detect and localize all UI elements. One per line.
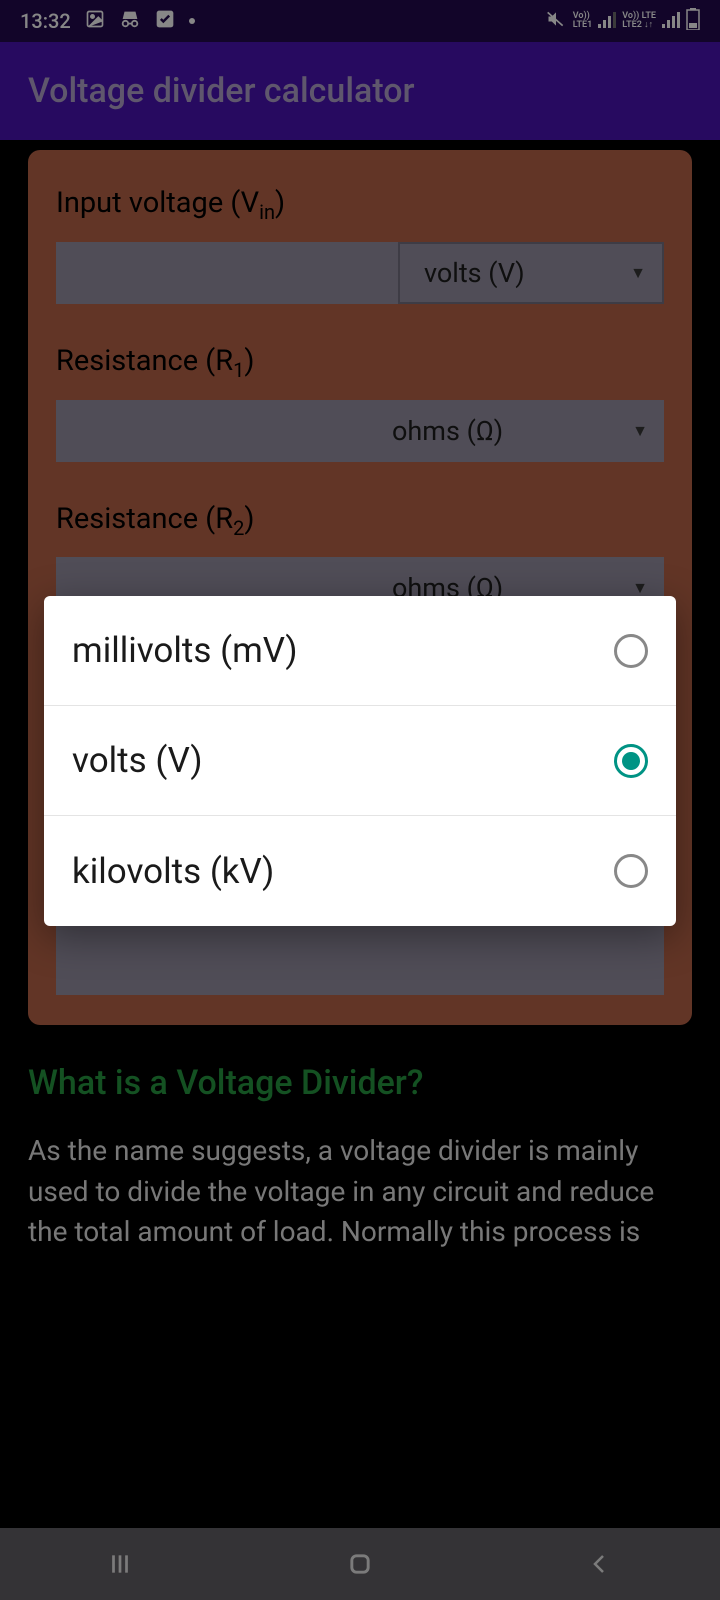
option-kilovolts[interactable]: kilovolts (kV) <box>44 816 676 926</box>
unit-picker-dialog: millivolts (mV) volts (V) kilovolts (kV) <box>44 596 676 926</box>
radio-icon <box>614 854 648 888</box>
option-label: kilovolts (kV) <box>72 851 274 892</box>
radio-selected-icon <box>614 744 648 778</box>
option-label: volts (V) <box>72 740 203 781</box>
option-label: millivolts (mV) <box>72 630 298 671</box>
radio-icon <box>614 634 648 668</box>
option-volts[interactable]: volts (V) <box>44 706 676 816</box>
option-millivolts[interactable]: millivolts (mV) <box>44 596 676 706</box>
